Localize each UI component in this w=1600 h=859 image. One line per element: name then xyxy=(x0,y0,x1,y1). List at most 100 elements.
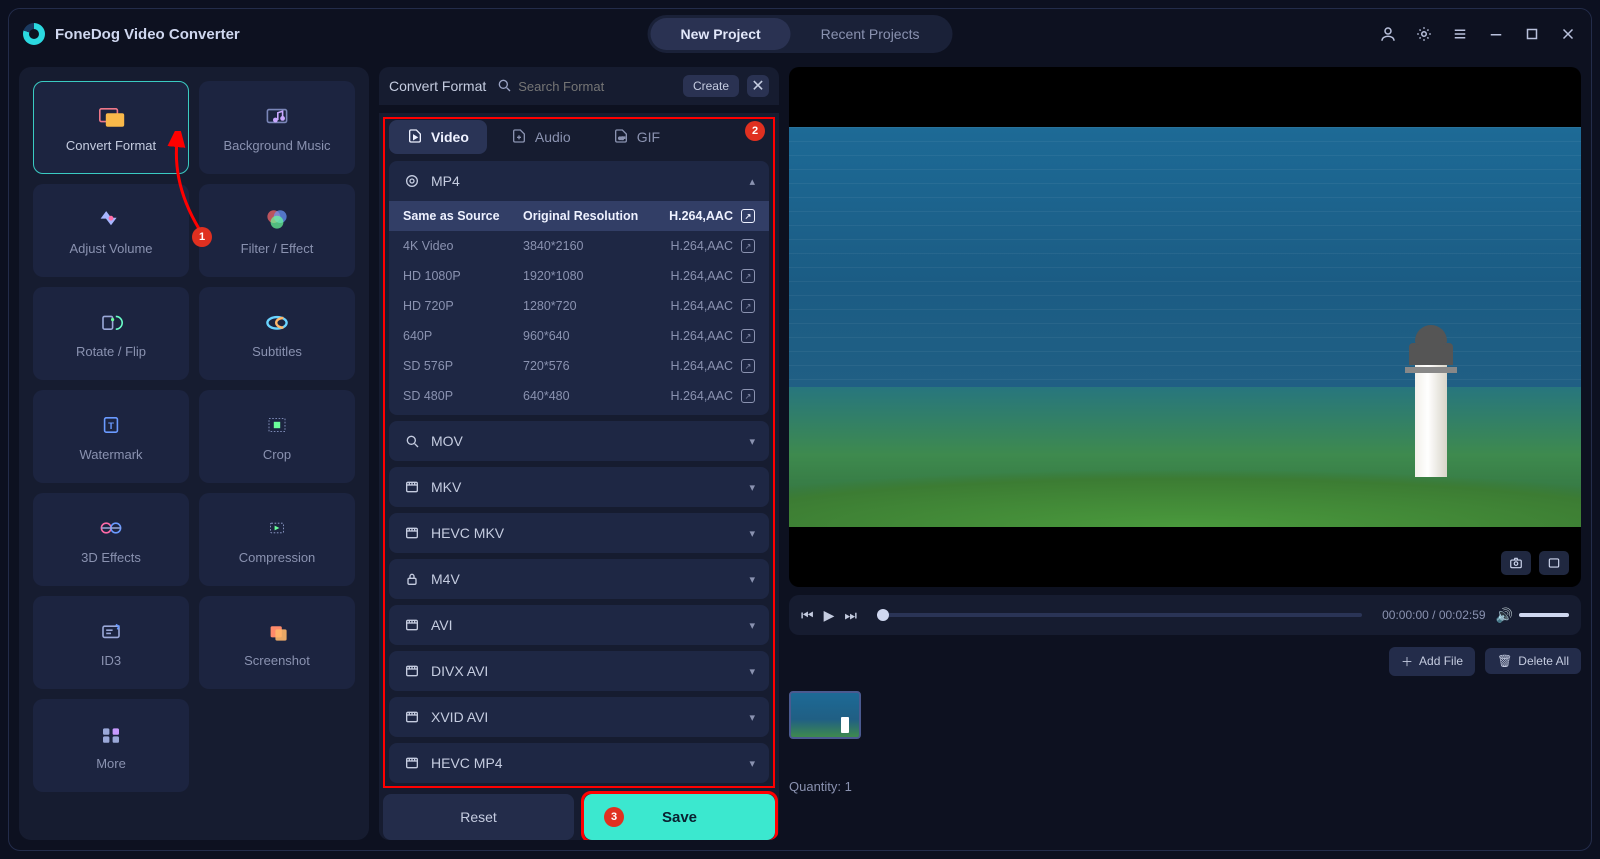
search-input[interactable] xyxy=(494,73,675,99)
filter-effect-icon xyxy=(259,205,295,233)
progress-handle[interactable] xyxy=(877,609,889,621)
delete-all-label: Delete All xyxy=(1518,654,1569,668)
tool-subtitles[interactable]: Subtitles xyxy=(199,287,355,380)
annotation-step2-badge: 2 xyxy=(745,121,765,141)
tab-recent-projects[interactable]: Recent Projects xyxy=(791,18,950,50)
format-group: HEVC MP4▾ xyxy=(389,743,769,783)
delete-all-button[interactable]: 🗑Delete All xyxy=(1485,648,1581,674)
tool-more[interactable]: More xyxy=(33,699,189,792)
tool-screenshot[interactable]: Screenshot xyxy=(199,596,355,689)
preset-row[interactable]: HD 1080P1920*1080H.264,AAC↗ xyxy=(389,261,769,291)
preset-codec: H.264,AAC xyxy=(670,239,733,253)
tool-rotate-flip[interactable]: Rotate / Flip xyxy=(33,287,189,380)
app-logo-icon xyxy=(23,23,45,45)
format-header[interactable]: HEVC MKV▾ xyxy=(389,513,769,553)
prev-icon[interactable]: ⏮ xyxy=(801,607,814,624)
snapshot-icon[interactable] xyxy=(1501,551,1531,575)
format-header[interactable]: MOV▾ xyxy=(389,421,769,461)
volume-slider[interactable] xyxy=(1519,613,1569,617)
external-link-icon[interactable]: ↗ xyxy=(741,269,755,283)
tool-label: Rotate / Flip xyxy=(76,344,146,359)
video-thumbnail[interactable] xyxy=(789,691,861,739)
tool-label: Watermark xyxy=(79,447,142,462)
tool-convert-format[interactable]: Convert Format xyxy=(33,81,189,174)
account-icon[interactable] xyxy=(1379,25,1397,43)
preset-row[interactable]: 4K Video3840*2160H.264,AAC↗ xyxy=(389,231,769,261)
close-panel-icon[interactable]: ✕ xyxy=(747,75,769,97)
format-header[interactable]: DIVX AVI▾ xyxy=(389,651,769,691)
reset-button[interactable]: Reset xyxy=(383,794,574,840)
preset-name: 4K Video xyxy=(403,239,523,253)
format-name: MKV xyxy=(431,479,461,495)
format-name: XVID AVI xyxy=(431,709,488,725)
menu-icon[interactable] xyxy=(1451,25,1469,43)
preset-row[interactable]: 640P960*640H.264,AAC↗ xyxy=(389,321,769,351)
tool-watermark[interactable]: T Watermark xyxy=(33,390,189,483)
format-type-tabs: Video Audio GIF GIF xyxy=(379,113,779,161)
add-file-button[interactable]: ＋Add File xyxy=(1389,647,1475,676)
tool-adjust-volume[interactable]: Adjust Volume xyxy=(33,184,189,277)
tool-compression[interactable]: Compression xyxy=(199,493,355,586)
tool-label: Crop xyxy=(263,447,291,462)
external-link-icon[interactable]: ↗ xyxy=(741,389,755,403)
play-icon[interactable]: ▶ xyxy=(824,607,835,624)
tool-background-music[interactable]: Background Music xyxy=(199,81,355,174)
format-header[interactable]: AVI▾ xyxy=(389,605,769,645)
tab-new-project[interactable]: New Project xyxy=(651,18,791,50)
annotation-step1-badge: 1 xyxy=(192,227,212,247)
preset-row[interactable]: SD 576P720*576H.264,AAC↗ xyxy=(389,351,769,381)
external-link-icon[interactable]: ↗ xyxy=(741,239,755,253)
format-header[interactable]: HEVC MP4▾ xyxy=(389,743,769,783)
maximize-icon[interactable] xyxy=(1523,25,1541,43)
preset-row[interactable]: SD 480P640*480H.264,AAC↗ xyxy=(389,381,769,411)
external-link-icon[interactable]: ↗ xyxy=(741,329,755,343)
format-name: MOV xyxy=(431,433,463,449)
format-group: HEVC MKV▾ xyxy=(389,513,769,553)
progress-bar[interactable] xyxy=(877,613,1362,617)
tool-3d-effects[interactable]: 3D Effects xyxy=(33,493,189,586)
preset-codec: H.264,AAC xyxy=(670,389,733,403)
tab-gif[interactable]: GIF GIF xyxy=(595,120,678,154)
fullscreen-icon[interactable] xyxy=(1539,551,1569,575)
next-icon[interactable]: ⏭ xyxy=(844,607,857,624)
tab-audio[interactable]: Audio xyxy=(493,120,589,154)
format-header[interactable]: XVID AVI▾ xyxy=(389,697,769,737)
preset-row[interactable]: HD 720P1280*720H.264,AAC↗ xyxy=(389,291,769,321)
compression-icon xyxy=(259,514,295,542)
file-actions: ＋Add File 🗑Delete All xyxy=(789,643,1581,679)
preset-table: Same as SourceOriginal ResolutionH.264,A… xyxy=(389,201,769,415)
tool-crop[interactable]: Crop xyxy=(199,390,355,483)
preset-resolution: 960*640 xyxy=(523,329,645,343)
video-frame xyxy=(789,127,1581,527)
plus-icon: ＋ xyxy=(1401,653,1413,670)
volume-icon[interactable]: 🔊 xyxy=(1496,607,1513,624)
format-group: AVI▾ xyxy=(389,605,769,645)
audio-file-icon xyxy=(511,128,527,147)
format-header[interactable]: M4V▾ xyxy=(389,559,769,599)
format-header-mp4[interactable]: MP4 ▴ xyxy=(389,161,769,201)
tool-id3[interactable]: ID3 xyxy=(33,596,189,689)
external-link-icon[interactable]: ↗ xyxy=(741,359,755,373)
create-button[interactable]: Create xyxy=(683,75,739,97)
tool-label: 3D Effects xyxy=(81,550,141,565)
minimize-icon[interactable] xyxy=(1487,25,1505,43)
tool-filter-effect[interactable]: Filter / Effect xyxy=(199,184,355,277)
video-file-icon xyxy=(407,128,423,147)
project-tabs: New Project Recent Projects xyxy=(648,15,953,53)
close-icon[interactable] xyxy=(1559,25,1577,43)
tab-audio-label: Audio xyxy=(535,129,571,145)
format-header[interactable]: MKV▾ xyxy=(389,467,769,507)
player-controls: ⏮ ▶ ⏭ 00:00:00 / 00:02:59 🔊 xyxy=(789,595,1581,635)
tool-label: More xyxy=(96,756,126,771)
preset-codec: H.264,AAC xyxy=(669,209,733,223)
external-link-icon[interactable]: ↗ xyxy=(741,209,755,223)
preset-resolution: 1920*1080 xyxy=(523,269,645,283)
preset-row[interactable]: Same as SourceOriginal ResolutionH.264,A… xyxy=(389,201,769,231)
tab-video[interactable]: Video xyxy=(389,120,487,154)
film-icon xyxy=(403,172,421,190)
external-link-icon[interactable]: ↗ xyxy=(741,299,755,313)
svg-text:T: T xyxy=(108,421,114,432)
settings-icon[interactable] xyxy=(1415,25,1433,43)
lighthouse-graphic xyxy=(1401,317,1461,477)
format-name: AVI xyxy=(431,617,453,633)
